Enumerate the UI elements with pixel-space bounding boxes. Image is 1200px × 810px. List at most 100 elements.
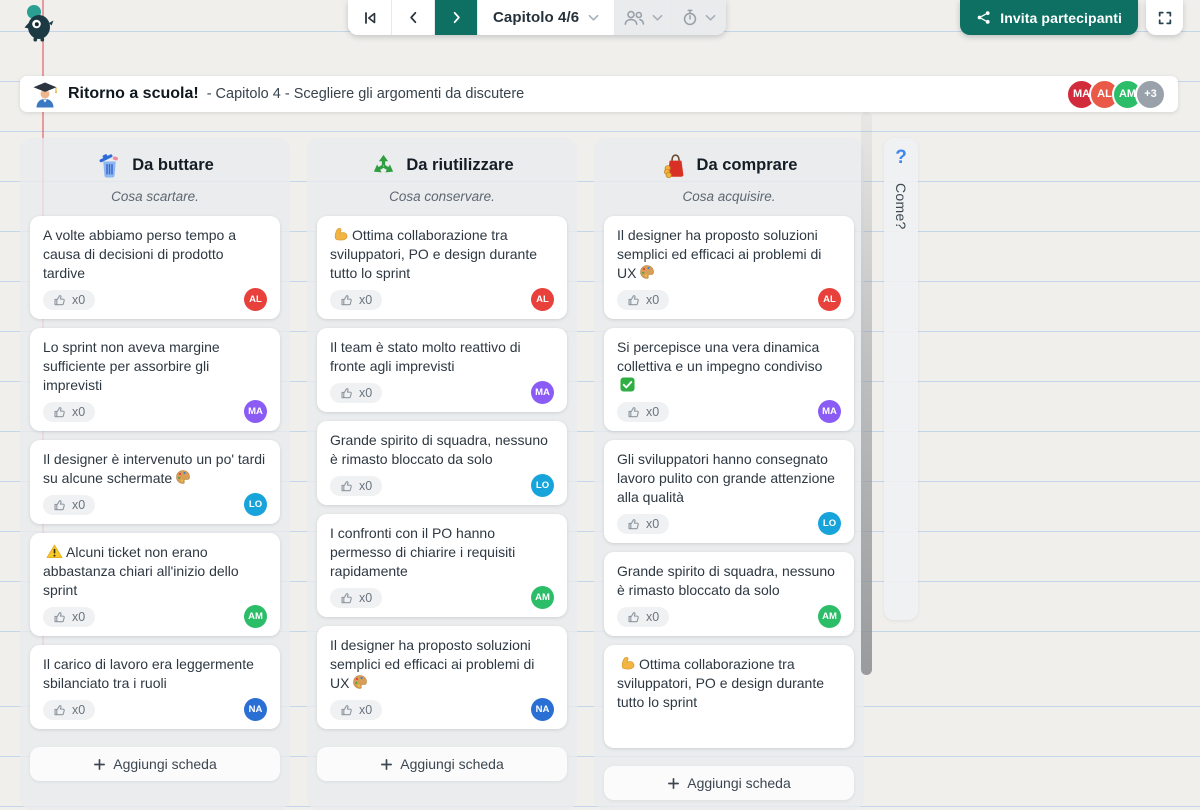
thumbs-up-icon (53, 610, 67, 624)
like-button[interactable]: x0 (43, 494, 96, 515)
thumbs-up-icon (627, 405, 641, 419)
like-count: x0 (646, 292, 660, 307)
skip-to-start-button[interactable] (348, 0, 391, 35)
like-button[interactable]: x0 (330, 289, 383, 310)
card-author-avatar: MA (531, 381, 554, 404)
card[interactable]: Grande spirito di squadra, nessuno è rim… (317, 421, 567, 505)
plus-icon (380, 758, 393, 771)
board-column: Da riutilizzare Cosa conservare. Ottima … (307, 138, 577, 810)
thumbs-up-icon (53, 703, 67, 717)
thumbs-up-icon (340, 386, 354, 400)
people-icon (623, 10, 645, 26)
like-count: x0 (72, 702, 86, 717)
card[interactable]: Alcuni ticket non erano abbastanza chiar… (30, 533, 280, 636)
thumbs-up-icon (627, 517, 641, 531)
palette-icon (175, 469, 191, 485)
recycle-icon (370, 152, 397, 179)
like-button[interactable]: x0 (617, 606, 670, 627)
card-footer: x0 AM (617, 605, 841, 628)
timer-menu-button[interactable] (670, 0, 727, 35)
card-text: Gli sviluppatori hanno consegnato lavoro… (617, 451, 835, 505)
card-text: Grande spirito di squadra, nessuno è rim… (330, 432, 548, 467)
next-chapter-button[interactable] (434, 0, 477, 35)
column-title: Da buttare (132, 156, 214, 174)
topbar-right-controls: Invita partecipanti (960, 0, 1183, 35)
card[interactable]: Grande spirito di squadra, nessuno è rim… (604, 552, 854, 636)
card[interactable]: Il team è stato molto reattivo di fronte… (317, 328, 567, 412)
thumbs-up-icon (340, 479, 354, 493)
card-author-avatar: MA (818, 400, 841, 423)
like-button[interactable]: x0 (43, 289, 96, 310)
column-title: Da comprare (696, 156, 798, 174)
card-footer: x0 MA (330, 381, 554, 404)
card[interactable]: Il designer ha proposto soluzioni sempli… (317, 626, 567, 729)
card[interactable]: Ottima collaborazione tra sviluppatori, … (317, 216, 567, 319)
column-header: Da riutilizzare Cosa conservare. (317, 152, 567, 216)
add-card-button[interactable]: Aggiungi scheda (604, 766, 854, 800)
like-button[interactable]: x0 (617, 513, 670, 534)
fullscreen-icon (1157, 10, 1173, 26)
card-author-avatar: NA (244, 698, 267, 721)
like-button[interactable]: x0 (617, 401, 670, 422)
column-subtitle: Cosa conservare. (389, 189, 495, 204)
card[interactable]: Il designer ha proposto soluzioni sempli… (604, 216, 854, 319)
like-button[interactable]: x0 (43, 699, 96, 720)
like-count: x0 (72, 292, 86, 307)
like-count: x0 (72, 497, 86, 512)
card-author-avatar: AL (818, 288, 841, 311)
card-author-avatar: AM (531, 586, 554, 609)
vertical-scrollbar[interactable] (861, 112, 872, 675)
thumbs-up-icon (340, 703, 354, 717)
card[interactable]: Il carico di lavoro era leggermente sbil… (30, 645, 280, 729)
like-button[interactable]: x0 (330, 475, 383, 496)
card[interactable]: I confronti con il PO hanno permesso di … (317, 514, 567, 617)
muscle-icon (333, 226, 349, 242)
chapter-selector[interactable]: Capitolo 4/6 (477, 0, 615, 35)
card-text: Ottima collaborazione tra sviluppatori, … (617, 656, 825, 710)
fullscreen-button[interactable] (1146, 0, 1183, 35)
card-footer: x0 AL (330, 288, 554, 311)
like-button[interactable]: x0 (617, 289, 670, 310)
chevron-right-icon (449, 10, 464, 25)
card-author-avatar: AM (244, 605, 267, 628)
card[interactable]: Si percepisce una vera dinamica colletti… (604, 328, 854, 431)
like-count: x0 (72, 609, 86, 624)
card-text: Il designer è intervenuto un po' tardi s… (43, 451, 266, 486)
card[interactable]: Lo sprint non aveva margine sufficiente … (30, 328, 280, 431)
chevron-down-icon (652, 14, 663, 22)
card-list: Ottima collaborazione tra sviluppatori, … (317, 216, 567, 781)
share-icon (976, 10, 991, 25)
like-count: x0 (359, 590, 373, 605)
add-card-button[interactable]: Aggiungi scheda (30, 747, 280, 781)
card-footer: x0 MA (43, 400, 267, 423)
card[interactable]: Ottima collaborazione tra sviluppatori, … (604, 645, 854, 748)
like-count: x0 (359, 702, 373, 717)
help-panel-collapsed[interactable]: ? Come? (884, 138, 918, 620)
card-footer: x0 AL (43, 288, 267, 311)
shopping-icon (661, 152, 688, 179)
session-header: Ritorno a scuola! - Capitolo 4 - Sceglie… (20, 76, 1178, 112)
app-logo[interactable] (22, 4, 56, 47)
previous-chapter-button[interactable] (391, 0, 434, 35)
card-text: Il designer ha proposto soluzioni sempli… (330, 637, 535, 691)
participants-menu-button[interactable] (614, 0, 671, 35)
card-author-avatar: LO (818, 512, 841, 535)
card[interactable]: Il designer è intervenuto un po' tardi s… (30, 440, 280, 524)
like-button[interactable]: x0 (330, 587, 383, 608)
card-footer (617, 717, 841, 740)
card[interactable]: Gli sviluppatori hanno consegnato lavoro… (604, 440, 854, 543)
like-button[interactable]: x0 (330, 699, 383, 720)
like-count: x0 (646, 404, 660, 419)
palette-icon (352, 674, 368, 690)
like-button[interactable]: x0 (43, 606, 96, 627)
stopwatch-icon (682, 9, 698, 26)
invite-participants-button[interactable]: Invita partecipanti (960, 0, 1138, 35)
like-button[interactable]: x0 (330, 382, 383, 403)
add-card-button[interactable]: Aggiungi scheda (317, 747, 567, 781)
skip-start-icon (362, 10, 378, 26)
plus-icon (93, 758, 106, 771)
card-footer: x0 LO (617, 512, 841, 535)
like-button[interactable]: x0 (43, 401, 96, 422)
thumbs-up-icon (627, 610, 641, 624)
card[interactable]: A volte abbiamo perso tempo a causa di d… (30, 216, 280, 319)
